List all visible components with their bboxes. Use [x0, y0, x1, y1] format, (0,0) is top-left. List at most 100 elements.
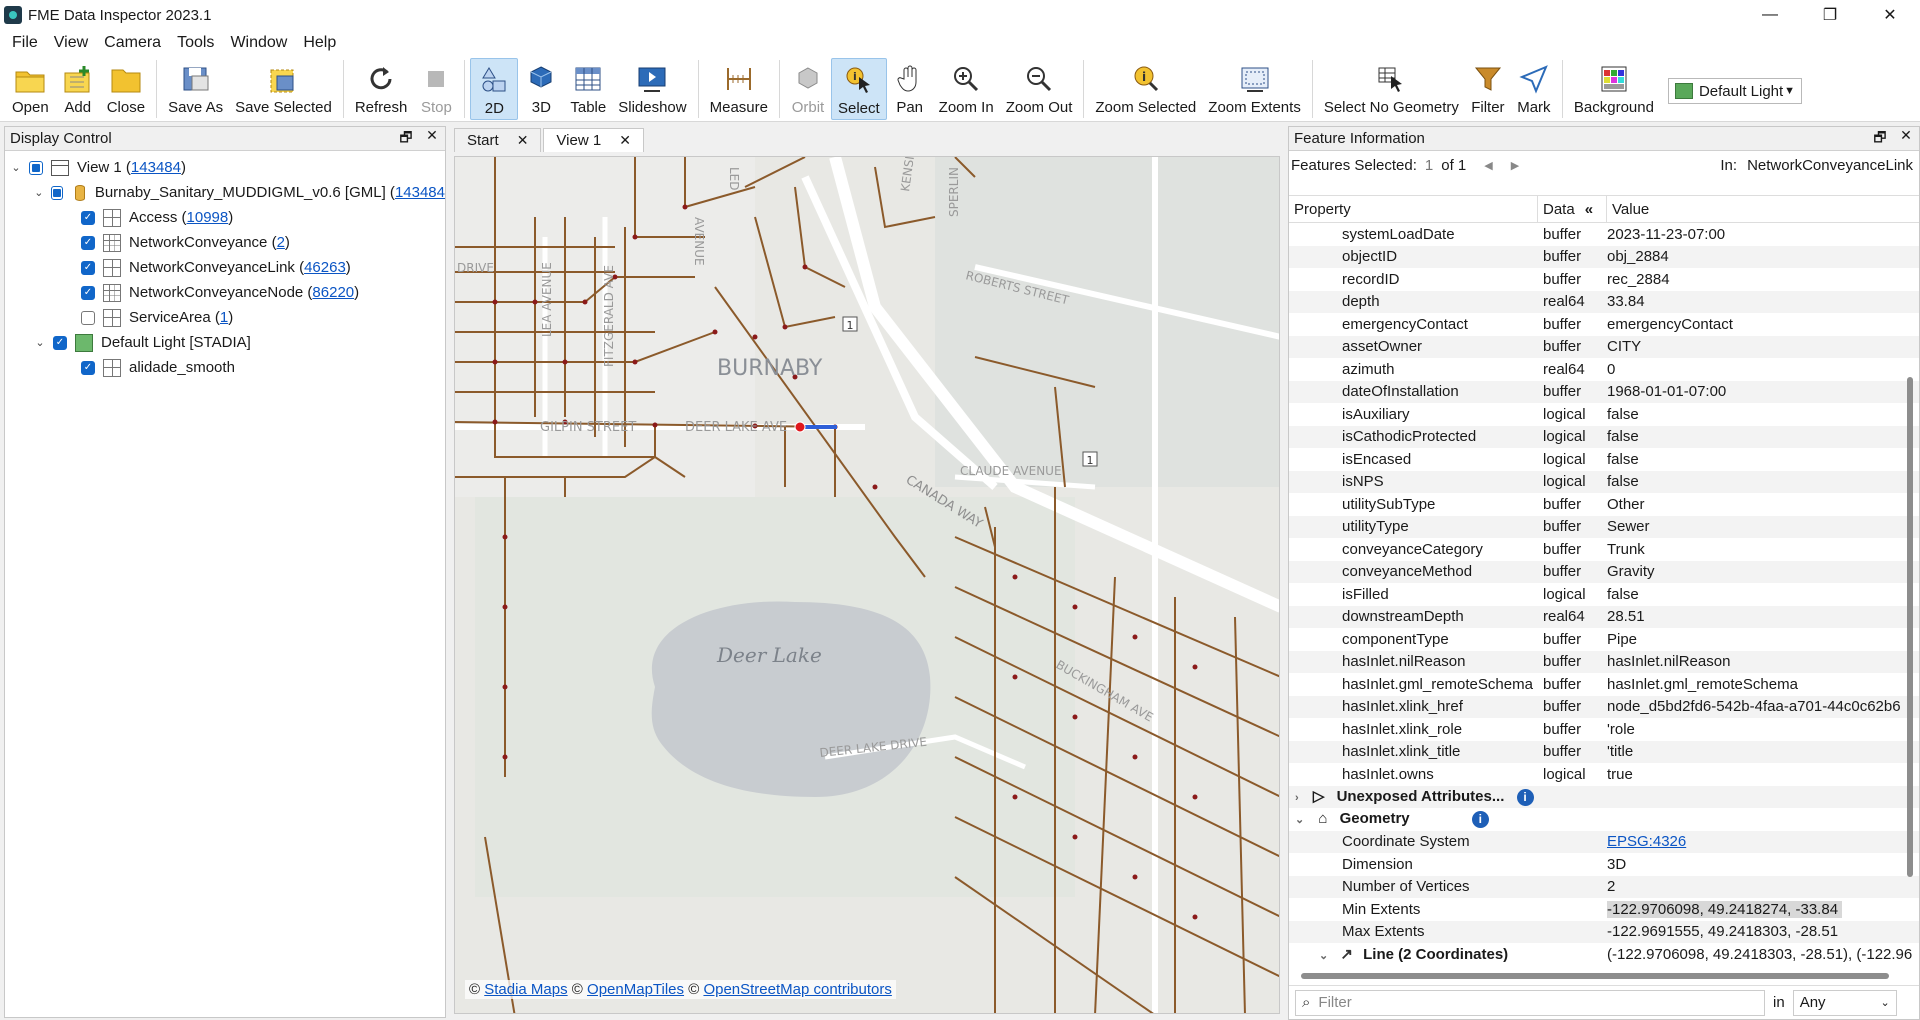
vertical-scrollbar[interactable] — [1907, 377, 1913, 877]
attribute-row[interactable]: downstreamDepth real64 28.51 — [1289, 605, 1919, 628]
info-icon[interactable]: i — [1516, 789, 1534, 807]
filter-button[interactable]: Filter — [1465, 58, 1511, 120]
tab-view-1[interactable]: View 1 ✕ — [543, 128, 644, 152]
slideshow-button[interactable]: Slideshow — [612, 58, 692, 120]
previous-feature-icon[interactable]: ◀ — [1484, 159, 1492, 172]
background-button[interactable]: Background — [1568, 58, 1660, 120]
tree-basemap-child-row[interactable]: ✓ alidade_smooth — [5, 355, 445, 380]
pan-button[interactable]: Pan — [887, 58, 933, 120]
menu-view[interactable]: View — [46, 34, 96, 52]
tree-layer-row[interactable]: ✓ Access ( 10998 ) — [5, 205, 445, 230]
mark-button[interactable]: Mark — [1511, 58, 1557, 120]
dataset-checkbox[interactable] — [50, 185, 63, 200]
map-svg[interactable]: 1 1 BURNABY Deer Lake GILPIN STREET DEER… — [455, 157, 1280, 1014]
tree-layer-row[interactable]: ✓ NetworkConveyanceLink ( 46263 ) — [5, 255, 445, 280]
layer-checkbox[interactable]: ✓ — [81, 285, 95, 300]
attribute-row[interactable]: isCathodicProtected logical false — [1289, 425, 1919, 448]
attribute-row[interactable]: hasInlet.owns logical true — [1289, 763, 1919, 786]
orbit-button[interactable]: Orbit — [785, 58, 831, 120]
unexposed-attributes-row[interactable]: › ▷ Unexposed Attributes... i — [1289, 785, 1919, 808]
stop-button[interactable]: Stop — [413, 58, 459, 120]
column-data[interactable]: Data « — [1538, 195, 1607, 223]
stadia-maps-link[interactable]: Stadia Maps — [484, 981, 567, 998]
menu-file[interactable]: File — [4, 34, 46, 52]
attribute-row[interactable]: utilitySubType buffer Other — [1289, 493, 1919, 516]
attribute-row[interactable]: hasInlet.gml_remoteSchema buffer hasInlet.… — [1289, 673, 1919, 696]
view-count-link[interactable]: 143484 — [131, 159, 181, 176]
attribute-row[interactable]: objectID buffer obj_2884 — [1289, 245, 1919, 268]
collapse-column-icon[interactable]: « — [1585, 201, 1593, 218]
chevron-down-icon[interactable]: ⌄ — [1295, 814, 1304, 826]
chevron-down-icon[interactable]: ⌄ — [33, 336, 47, 349]
minimize-button[interactable]: — — [1740, 0, 1800, 30]
zoom-out-button[interactable]: Zoom Out — [1000, 58, 1079, 120]
layer-count-link[interactable]: 1 — [220, 309, 228, 326]
save-selected-button[interactable]: Save Selected — [229, 58, 338, 120]
attribute-row[interactable]: depth real64 33.84 — [1289, 290, 1919, 313]
column-value[interactable]: Value — [1607, 195, 1919, 223]
layer-checkbox[interactable]: ✓ — [81, 260, 95, 275]
attribute-row[interactable]: assetOwner buffer CITY — [1289, 335, 1919, 358]
next-feature-icon[interactable]: ▶ — [1511, 159, 1519, 172]
menu-window[interactable]: Window — [222, 34, 295, 52]
openstreetmap-link[interactable]: OpenStreetMap contributors — [703, 981, 891, 998]
geometry-property-row[interactable]: Max Extents -122.9691555, 49.2418303, -28… — [1289, 920, 1919, 943]
menu-tools[interactable]: Tools — [169, 34, 222, 52]
layer-count-link[interactable]: 86220 — [312, 284, 354, 301]
geometry-row[interactable]: ⌄ ⌂ Geometry i — [1289, 808, 1919, 831]
view-2d-button[interactable]: 2D — [470, 58, 519, 120]
line-geometry-row[interactable]: ⌄ ↗ Line (2 Coordinates) (-122.9706098, … — [1289, 943, 1919, 966]
float-panel-icon[interactable]: 🗗 — [1867, 127, 1893, 151]
table-button[interactable]: Table — [564, 58, 612, 120]
openmaptiles-link[interactable]: OpenMapTiles — [587, 981, 684, 998]
layer-checkbox[interactable]: ✓ — [81, 210, 95, 225]
add-button[interactable]: Add — [55, 58, 101, 120]
geometry-property-row[interactable]: Dimension 3D — [1289, 853, 1919, 876]
attribute-row[interactable]: systemLoadDate buffer 2023-11-23-07:00 — [1289, 223, 1919, 246]
open-button[interactable]: Open — [6, 58, 55, 120]
geometry-property-row[interactable]: Number of Vertices 2 — [1289, 875, 1919, 898]
attribute-row[interactable]: isAuxiliary logical false — [1289, 403, 1919, 426]
geometry-property-row[interactable]: Min Extents -122.9706098, 49.2418274, -33… — [1289, 898, 1919, 921]
attribute-row[interactable]: isEncased logical false — [1289, 448, 1919, 471]
column-property[interactable]: Property — [1289, 195, 1538, 223]
coordinate-system-link[interactable]: EPSG:4326 — [1607, 833, 1919, 850]
attribute-row[interactable]: emergencyContact buffer emergencyContact — [1289, 313, 1919, 336]
chevron-down-icon[interactable]: ⌄ — [33, 186, 45, 199]
zoom-selected-button[interactable]: i Zoom Selected — [1089, 58, 1202, 120]
attribute-row[interactable]: componentType buffer Pipe — [1289, 628, 1919, 651]
attribute-row[interactable]: dateOfInstallation buffer 1968-01-01-07:00 — [1289, 380, 1919, 403]
close-tab-icon[interactable]: ✕ — [517, 132, 529, 149]
layer-checkbox[interactable] — [81, 310, 95, 325]
basemap-checkbox[interactable]: ✓ — [53, 335, 67, 350]
tree-view-row[interactable]: ⌄ View 1 ( 143484 ) — [5, 155, 445, 180]
attribute-row[interactable]: hasInlet.xlink_title buffer 'title — [1289, 740, 1919, 763]
measure-button[interactable]: Measure — [704, 58, 774, 120]
info-icon[interactable]: i — [1471, 811, 1489, 829]
geometry-property-row[interactable]: Coordinate System EPSG:4326 — [1289, 830, 1919, 853]
menu-camera[interactable]: Camera — [96, 34, 169, 52]
tab-start[interactable]: Start ✕ — [454, 128, 542, 152]
attribute-row[interactable]: conveyanceCategory buffer Trunk — [1289, 538, 1919, 561]
save-as-button[interactable]: Save As — [162, 58, 229, 120]
zoom-in-button[interactable]: Zoom In — [933, 58, 1000, 120]
attribute-row[interactable]: hasInlet.nilReason buffer hasInlet.nilReas… — [1289, 650, 1919, 673]
filter-input[interactable]: ⌕ Filter — [1295, 989, 1765, 1016]
attribute-row[interactable]: hasInlet.xlink_href buffer node_d5bd2fd6-5… — [1289, 695, 1919, 718]
attribute-row[interactable]: utilityType buffer Sewer — [1289, 515, 1919, 538]
select-button[interactable]: i Select — [830, 58, 887, 120]
tree-dataset-row[interactable]: ⌄ Burnaby_Sanitary_MUDDIGML_v0.6 [GML] (… — [5, 180, 445, 205]
attribute-row[interactable]: isFilled logical false — [1289, 583, 1919, 606]
basemap-child-checkbox[interactable]: ✓ — [81, 360, 95, 375]
close-tab-icon[interactable]: ✕ — [619, 132, 631, 149]
map-canvas[interactable]: 1 1 BURNABY Deer Lake GILPIN STREET DEER… — [454, 156, 1280, 1014]
tree-layer-row[interactable]: ✓ NetworkConveyance ( 2 ) — [5, 230, 445, 255]
attribute-row[interactable]: isNPS logical false — [1289, 470, 1919, 493]
zoom-extents-button[interactable]: Zoom Extents — [1202, 58, 1307, 120]
close-panel-icon[interactable]: ✕ — [1893, 127, 1919, 151]
close-panel-icon[interactable]: ✕ — [419, 127, 445, 151]
select-no-geometry-button[interactable]: Select No Geometry — [1318, 58, 1465, 120]
tree-layer-row[interactable]: ✓ NetworkConveyanceNode ( 86220 ) — [5, 280, 445, 305]
view-checkbox[interactable] — [29, 160, 43, 175]
horizontal-scrollbar[interactable] — [1301, 973, 1889, 979]
